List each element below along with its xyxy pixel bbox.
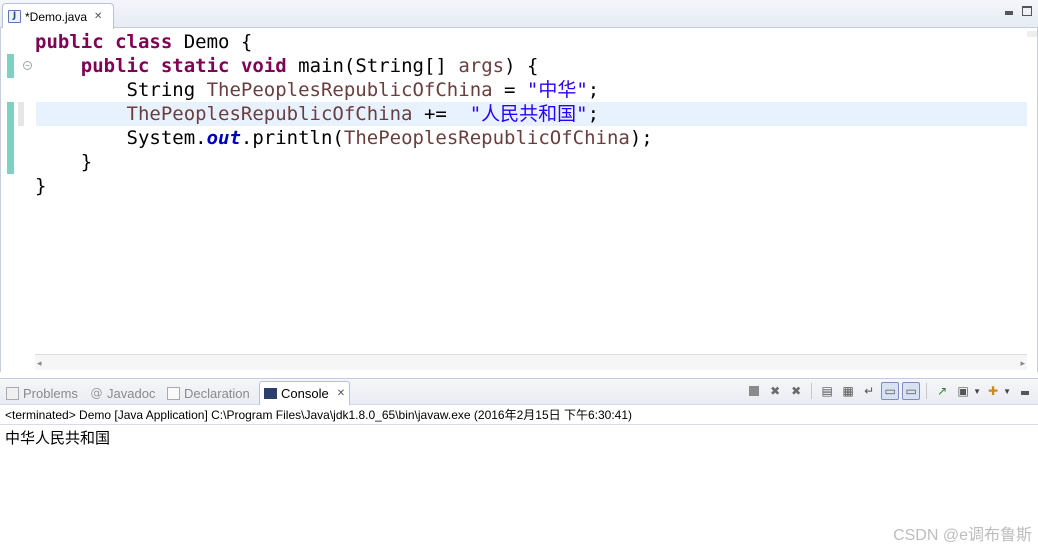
code-token: ; <box>587 103 600 125</box>
code-token: public <box>80 55 150 77</box>
code-line[interactable]: ThePeoplesRepublicOfChina += "人民共和国"; <box>35 102 600 126</box>
code-token: ) { <box>504 55 539 77</box>
code-token: class <box>115 31 173 53</box>
code-line[interactable]: public static void main(String[] args) { <box>35 54 539 78</box>
code-editor[interactable]: − public class Demo { public static void… <box>0 28 1038 372</box>
toolbar-separator <box>811 383 813 399</box>
tab-javadoc[interactable]: @ Javadoc <box>90 381 156 405</box>
show-on-stdout-icon[interactable]: ▭ <box>881 382 900 400</box>
problems-icon <box>6 386 19 400</box>
code-area[interactable]: public class Demo { public static void m… <box>35 28 1027 358</box>
close-icon[interactable]: ✕ <box>337 388 345 399</box>
editor-window-controls <box>1004 6 1032 16</box>
code-token: void <box>240 55 287 77</box>
code-token: static <box>160 55 230 77</box>
code-token: Demo { <box>172 31 253 53</box>
show-on-stderr-icon[interactable]: ▭ <box>902 382 921 400</box>
console-icon <box>264 388 277 399</box>
clear-console-icon[interactable]: ▤ <box>818 382 836 400</box>
console-status-line: <terminated> Demo [Java Application] C:\… <box>5 408 632 422</box>
console-toolbar: ✖ ✖ ▤ ▦ ↵ ▭ ▭ ↗ ▣ ▼ ✚ ▼ <box>745 382 1030 400</box>
open-console-icon[interactable]: ✚ <box>984 382 1002 400</box>
divider <box>0 424 1038 425</box>
code-token: ThePeoplesRepublicOfChina <box>206 79 493 101</box>
tab-label: Declaration <box>184 385 250 401</box>
remove-launch-icon[interactable]: ✖ <box>766 382 784 400</box>
word-wrap-icon[interactable]: ↵ <box>860 382 878 400</box>
terminate-icon[interactable] <box>745 382 763 400</box>
code-line[interactable]: String ThePeoplesRepublicOfChina = "中华"; <box>35 78 600 102</box>
change-marker <box>7 54 14 78</box>
java-file-icon: J <box>8 10 21 23</box>
tab-label: Console <box>281 386 329 401</box>
current-line-indicator <box>18 102 24 126</box>
remove-all-terminated-icon[interactable]: ✖ <box>787 382 805 400</box>
code-line[interactable]: } <box>35 150 92 174</box>
editor-gutter: − <box>1 28 35 358</box>
editor-tab-bar: J *Demo.java ✕ <box>0 0 1038 29</box>
overview-ruler-marker <box>1027 31 1037 37</box>
code-token: } <box>35 151 93 173</box>
horizontal-scrollbar[interactable]: ◂ ▸ <box>35 354 1027 370</box>
code-token: main(String[] <box>286 55 459 77</box>
code-token: args <box>458 55 505 77</box>
tab-label: *Demo.java <box>25 9 88 24</box>
code-line[interactable]: System.out.println(ThePeoplesRepublicOfC… <box>35 126 653 150</box>
code-token: ThePeoplesRepublicOfChina <box>343 127 630 149</box>
javadoc-icon: @ <box>90 385 103 400</box>
minimize-icon[interactable] <box>1020 386 1030 396</box>
code-token: String <box>35 79 207 101</box>
maximize-icon[interactable] <box>1022 6 1032 16</box>
code-token: ThePeoplesRepublicOfChina <box>126 103 413 125</box>
declaration-icon <box>167 386 180 400</box>
code-line[interactable]: } <box>35 174 46 198</box>
code-token: ; <box>587 79 600 101</box>
fold-collapse-icon[interactable]: − <box>23 61 32 70</box>
tab-problems[interactable]: Problems <box>6 381 78 405</box>
console-output[interactable]: 中华人民共和国 <box>5 429 110 449</box>
code-token: = <box>492 79 527 101</box>
chevron-down-icon[interactable]: ▼ <box>973 387 981 396</box>
scroll-lock-icon[interactable]: ▦ <box>839 382 857 400</box>
tab-label: Problems <box>23 385 78 401</box>
code-token: } <box>35 175 47 197</box>
display-selected-console-icon[interactable]: ▣ <box>954 382 972 400</box>
pin-console-icon[interactable]: ↗ <box>933 382 951 400</box>
code-token: .println( <box>240 127 344 149</box>
code-token: "人民共和国" <box>469 103 588 125</box>
chevron-down-icon[interactable]: ▼ <box>1003 387 1011 396</box>
tab-console[interactable]: Console ✕ <box>259 381 351 405</box>
code-token: public <box>35 31 104 53</box>
scroll-right-icon[interactable]: ▸ <box>1020 358 1025 369</box>
code-token: += <box>412 103 470 125</box>
code-token: System. <box>35 127 207 149</box>
scroll-left-icon[interactable]: ◂ <box>37 358 42 369</box>
minimize-icon[interactable] <box>1004 6 1014 16</box>
code-token: out <box>206 127 241 149</box>
code-token: "中华" <box>526 79 588 101</box>
tab-declaration[interactable]: Declaration <box>167 381 250 405</box>
code-line[interactable]: public class Demo { <box>35 30 252 54</box>
toolbar-separator <box>926 383 928 399</box>
tab-label: Javadoc <box>107 385 156 401</box>
code-token: ); <box>629 127 653 149</box>
close-icon[interactable]: ✕ <box>94 11 102 22</box>
watermark: CSDN @e调布鲁斯 <box>893 527 1032 544</box>
tab-demo-java[interactable]: J *Demo.java ✕ <box>2 3 114 29</box>
change-marker <box>7 102 14 174</box>
